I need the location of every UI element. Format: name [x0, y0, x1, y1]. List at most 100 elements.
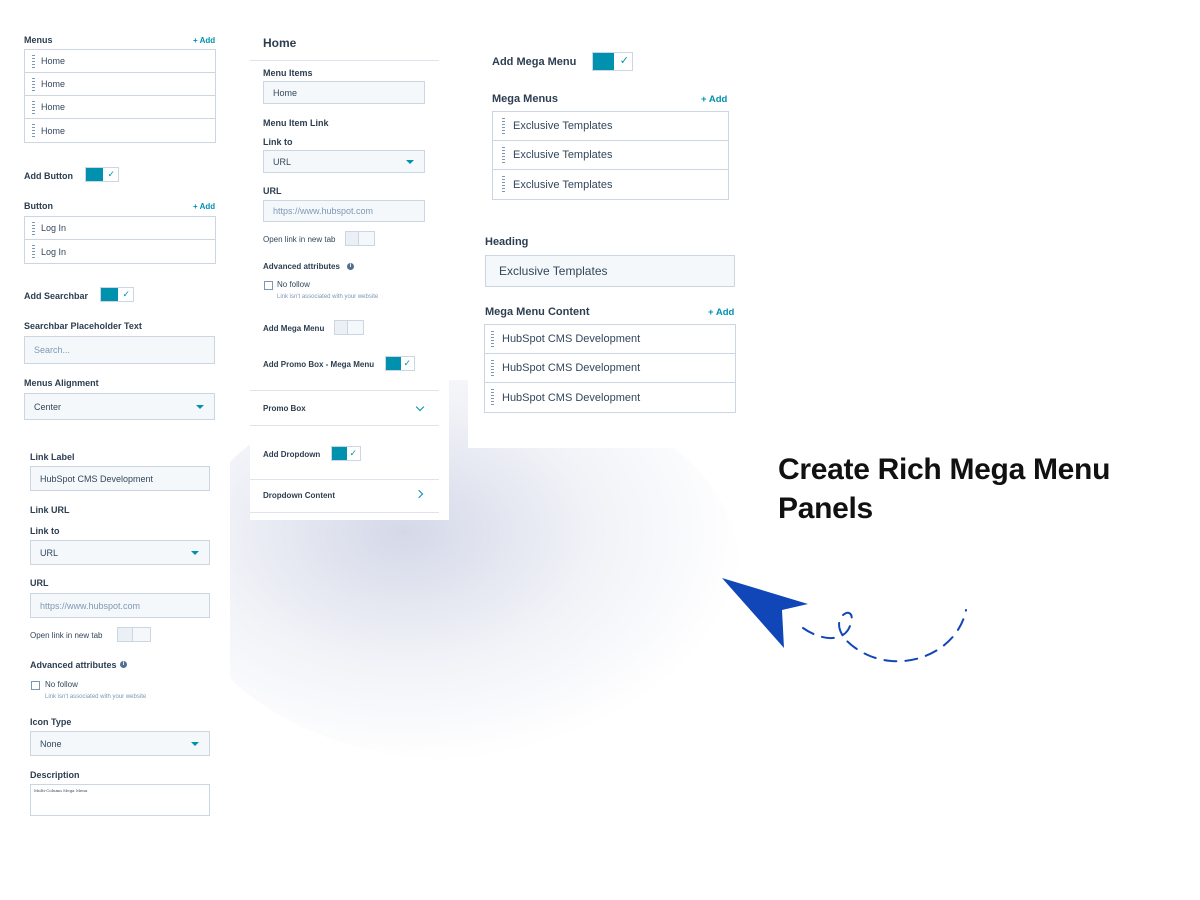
advanced-attributes-label: Advanced attributes [30, 660, 117, 670]
link-to-select[interactable]: URL [263, 150, 425, 173]
list-item[interactable]: Exclusive Templates [493, 112, 728, 141]
list-item[interactable]: Home [25, 119, 215, 142]
arrow-trail [802, 609, 967, 663]
drag-handle-icon[interactable] [502, 146, 505, 164]
mega-menu-content-panel: Heading Exclusive Templates Mega Menu Co… [468, 228, 740, 448]
add-mega-menu-label: Add Mega Menu [263, 324, 325, 333]
drag-handle-icon[interactable] [32, 54, 35, 68]
link-to-label: Link to [30, 526, 60, 536]
add-mega-menu-toggle[interactable] [334, 320, 364, 335]
add-mega-menu-label: Add Mega Menu [492, 56, 577, 68]
drag-handle-icon[interactable] [32, 77, 35, 91]
dropdown-content-section[interactable]: Dropdown Content [263, 491, 335, 500]
menu-items-input[interactable]: Home [263, 81, 425, 104]
link-settings-panel: Link Label HubSpot CMS Development Link … [16, 440, 230, 816]
info-icon[interactable]: i [347, 263, 354, 270]
icon-type-label: Icon Type [30, 717, 72, 727]
button-label: Button [24, 201, 53, 211]
chevron-right-icon[interactable] [414, 489, 424, 499]
open-new-tab-toggle[interactable] [345, 231, 375, 246]
description-label: Description [30, 770, 80, 780]
info-icon[interactable]: i [120, 661, 127, 668]
button-list: Log In Log In [24, 216, 216, 264]
drag-handle-icon[interactable] [502, 176, 505, 193]
drag-handle-icon[interactable] [32, 245, 35, 258]
no-follow-label: No follow [277, 280, 310, 289]
link-to-select[interactable]: URL [30, 540, 210, 565]
menus-alignment-label: Menus Alignment [24, 378, 99, 388]
no-follow-checkbox[interactable] [31, 681, 40, 690]
open-new-tab-toggle[interactable] [117, 627, 151, 642]
list-item[interactable]: Home [25, 96, 215, 119]
chevron-down-icon[interactable] [415, 402, 425, 412]
add-dropdown-toggle[interactable]: ✓ [331, 446, 361, 461]
list-item[interactable]: HubSpot CMS Development [485, 325, 735, 354]
searchbar-placeholder-label: Searchbar Placeholder Text [24, 321, 142, 331]
add-promo-box-label: Add Promo Box - Mega Menu [263, 360, 375, 369]
list-item[interactable]: Home [25, 50, 215, 73]
url-input[interactable]: https://www.hubspot.com [263, 200, 425, 222]
menu-items-label: Menu Items [263, 68, 313, 78]
add-searchbar-toggle[interactable]: ✓ [100, 287, 134, 302]
drag-handle-icon[interactable] [491, 359, 494, 377]
link-url-label: Link URL [30, 505, 70, 515]
icon-type-select[interactable]: None [30, 731, 210, 756]
list-item[interactable]: Home [25, 73, 215, 96]
no-follow-hint: Link isn't associated with your website [45, 694, 147, 700]
check-icon: ✓ [107, 169, 115, 179]
drag-handle-icon[interactable] [32, 124, 35, 137]
headline: Create Rich Mega Menu Panels [778, 450, 1110, 528]
mega-menus-panel: Add Mega Menu ✓ Mega Menus + Add Exclusi… [468, 36, 740, 217]
open-new-tab-label: Open link in new tab [263, 235, 336, 244]
menu-item-panel: Home Menu Items Home Menu Item Link Link… [250, 24, 449, 520]
mega-menus-label: Mega Menus [492, 93, 559, 105]
add-content-link[interactable]: + Add [708, 307, 734, 318]
check-icon: ✓ [619, 55, 629, 67]
add-button-toggle[interactable]: ✓ [85, 167, 119, 182]
menus-list: Home Home Home Home [24, 49, 216, 143]
drag-handle-icon[interactable] [32, 221, 35, 235]
drag-handle-icon[interactable] [502, 117, 505, 135]
add-mega-menu-link[interactable]: + Add [701, 94, 727, 105]
link-to-label: Link to [263, 137, 293, 147]
drag-handle-icon[interactable] [32, 100, 35, 114]
drag-handle-icon[interactable] [491, 330, 494, 348]
url-label: URL [263, 186, 282, 196]
add-mega-menu-toggle[interactable]: ✓ [592, 52, 633, 71]
list-item[interactable]: Exclusive Templates [493, 170, 728, 199]
add-searchbar-label: Add Searchbar [24, 291, 89, 301]
list-item[interactable]: HubSpot CMS Development [485, 354, 735, 383]
url-input[interactable]: https://www.hubspot.com [30, 593, 210, 618]
list-item[interactable]: Log In [25, 240, 215, 263]
heading-input[interactable]: Exclusive Templates [485, 255, 735, 287]
list-item[interactable]: Log In [25, 217, 215, 240]
no-follow-checkbox[interactable] [264, 281, 273, 290]
add-button-link[interactable]: + Add [193, 202, 215, 211]
menus-label: Menus [24, 35, 53, 45]
no-follow-label: No follow [45, 680, 78, 689]
add-promo-box-toggle[interactable]: ✓ [385, 356, 415, 371]
menu-item-link-label: Menu Item Link [263, 118, 329, 128]
check-icon: ✓ [403, 358, 411, 368]
url-label: URL [30, 578, 49, 588]
add-menu-link[interactable]: + Add [193, 36, 215, 45]
mega-menu-content-list: HubSpot CMS Development HubSpot CMS Deve… [484, 324, 736, 413]
dropdown-caret-icon [196, 404, 204, 409]
no-follow-hint: Link isn't associated with your website [277, 294, 379, 300]
description-textarea[interactable]: Multi-Column Mega Menu [30, 784, 210, 816]
add-dropdown-label: Add Dropdown [263, 450, 321, 459]
list-item[interactable]: Exclusive Templates [493, 141, 728, 170]
searchbar-placeholder-input[interactable]: Search... [24, 336, 215, 364]
open-new-tab-label: Open link in new tab [30, 631, 103, 640]
drag-handle-icon[interactable] [491, 389, 494, 406]
left-settings-panel: Menus + Add Home Home Home Home Add Butt… [16, 30, 230, 428]
curved-arrow-icon [722, 578, 967, 663]
link-label-input[interactable]: HubSpot CMS Development [30, 466, 210, 491]
promo-box-section[interactable]: Promo Box [263, 404, 306, 413]
check-icon: ✓ [349, 448, 357, 458]
headline-line-2: Panels [778, 492, 873, 525]
menus-alignment-select[interactable]: Center [24, 393, 215, 420]
panel-title: Home [263, 36, 297, 50]
list-item[interactable]: HubSpot CMS Development [485, 383, 735, 412]
heading-label: Heading [485, 236, 529, 248]
